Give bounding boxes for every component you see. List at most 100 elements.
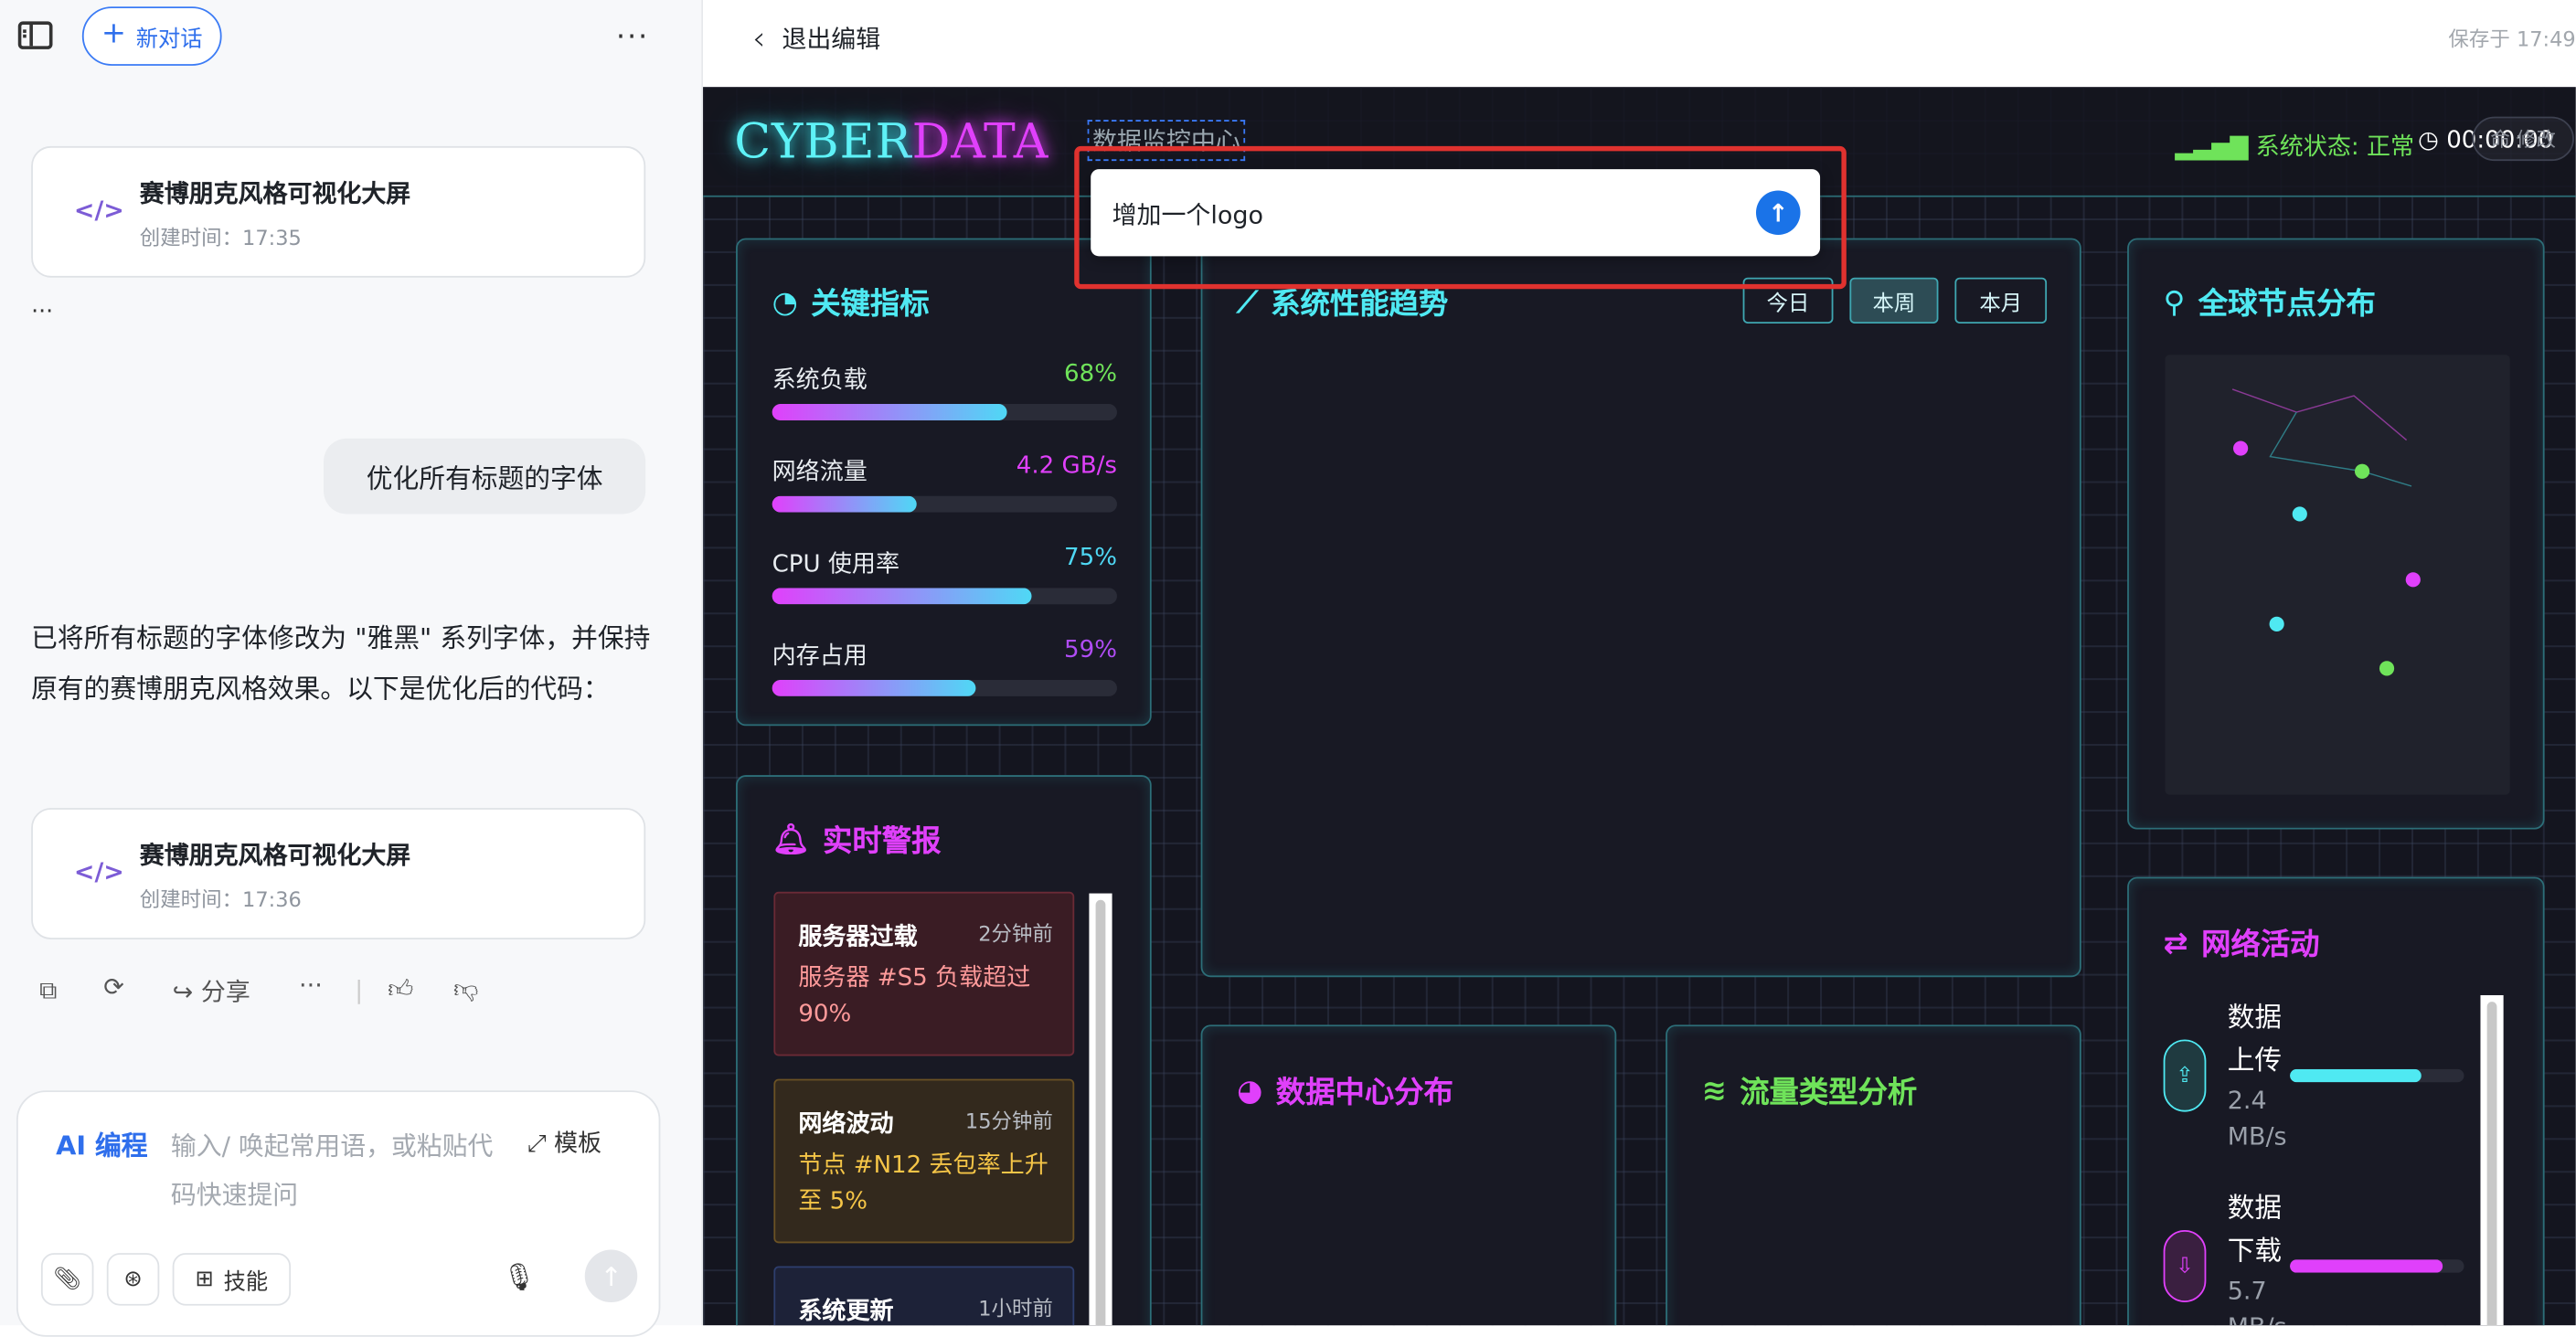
- alert-message: 节点 #N12 丢包率上升至 5%: [798, 1152, 1048, 1215]
- composer: AI 编程 输入/ 唤起常用语，或粘贴代码快速提问 ⤢ 模板 📎︎ ⊛ ⊞ 技能…: [16, 1090, 661, 1337]
- code-icon: </>: [73, 857, 124, 887]
- template-button[interactable]: ⤢ 模板: [527, 1125, 601, 1160]
- tab-month[interactable]: 本月: [1954, 277, 2048, 324]
- alert-time: 2分钟前: [978, 921, 1053, 947]
- download-label: 数据下载: [2227, 1192, 2283, 1267]
- more-actions-icon[interactable]: ···: [299, 971, 323, 1000]
- dashboard-logo: CYBERDATA: [734, 113, 1048, 169]
- metric-bar: [772, 588, 1117, 605]
- thumbs-up-icon[interactable]: 👍︎: [388, 974, 413, 1005]
- scroll-thumb[interactable]: [1095, 899, 1106, 1326]
- exit-edit-label: 退出编辑: [782, 24, 881, 54]
- artifact-time: 创建时间：17:35: [139, 225, 302, 250]
- upload-icon: ⇪: [2163, 1039, 2207, 1112]
- network-panel: ⇄ 网络活动 ⇪ 数据上传 2.4 MB/s ⇩ 数据下载 5.7 MB/s: [2127, 876, 2545, 1326]
- microphone-icon[interactable]: 🎙︎: [503, 1261, 537, 1292]
- exit-edit-button[interactable]: ‹ 退出编辑: [752, 18, 880, 58]
- bell-icon: 🔔︎: [772, 822, 810, 857]
- metric-value: 68%: [1064, 361, 1117, 388]
- line-chart-icon: ⟋: [1237, 284, 1258, 320]
- template-label: 模板: [553, 1131, 602, 1158]
- metric-bar-fill: [772, 404, 1007, 421]
- new-chat-button[interactable]: + 新对话: [81, 6, 222, 66]
- plus-icon: +: [101, 16, 127, 51]
- node-dot[interactable]: [2292, 506, 2307, 522]
- datacenter-panel: ◕ 数据中心分布: [1200, 1024, 1617, 1326]
- skills-label: 技能: [223, 1269, 269, 1296]
- artifact-card[interactable]: </> 赛博朋克风格可视化大屏 创建时间：17:36: [31, 808, 646, 939]
- tab-week[interactable]: 本周: [1849, 277, 1939, 324]
- alert-time: 1小时前: [978, 1295, 1053, 1321]
- node-dot[interactable]: [2354, 463, 2370, 479]
- download-icon: ⇩: [2163, 1229, 2207, 1303]
- alerts-panel: 🔔︎ 实时警报 服务器过载 2分钟前 服务器 #S5 负载超过 90% 网络波动…: [736, 775, 1152, 1326]
- scroll-thumb[interactable]: [2486, 1002, 2497, 1326]
- attach-icon[interactable]: 📎︎: [40, 1253, 94, 1306]
- metrics-title-label: 关键指标: [811, 287, 930, 323]
- metric-row: 网络流量 4.2 GB/s: [772, 452, 1117, 513]
- alert-item[interactable]: 网络波动 15分钟前 节点 #N12 丢包率上升至 5%: [773, 1078, 1075, 1244]
- send-button[interactable]: ↑: [584, 1249, 638, 1303]
- artifact-title: 赛博朋克风格可视化大屏: [139, 178, 411, 209]
- node-dot[interactable]: [2233, 440, 2249, 456]
- nodes-title-label: 全球节点分布: [2198, 287, 2376, 323]
- network-scrollbar[interactable]: [2480, 994, 2504, 1326]
- metric-value: 75%: [1064, 545, 1117, 572]
- assistant-message: 已将所有标题的字体修改为 "雅黑" 系列字体，并保持原有的赛博朋克风格效果。以下…: [31, 622, 651, 705]
- signal-icon: ▂▃▅▇: [2175, 134, 2256, 162]
- trend-panel: ⟋ 系统性能趋势 今日 本周 本月: [1200, 238, 2081, 978]
- ai-mode-label[interactable]: AI 编程: [56, 1123, 147, 1162]
- tool-badge[interactable]: 命 修改: [2472, 116, 2574, 162]
- regenerate-icon[interactable]: ⟳: [103, 972, 124, 1002]
- share-label: 分享: [200, 977, 250, 1007]
- alert-message: 服务器 #S5 负载超过 90%: [798, 965, 1031, 1028]
- node-dot[interactable]: [2269, 616, 2284, 631]
- copy-icon[interactable]: ⧉: [39, 975, 57, 1004]
- upload-value: 2.4 MB/s: [2227, 1085, 2287, 1151]
- editor-topbar: ‹ 退出编辑 保存于 17:49: [703, 0, 2576, 88]
- metric-row: 内存占用 59%: [772, 637, 1117, 696]
- clock-icon: ◷: [2418, 128, 2447, 154]
- upload-bar: [2290, 1068, 2464, 1083]
- alerts-title: 🔔︎ 实时警报: [772, 818, 942, 861]
- saved-status: 保存于 17:49: [2448, 26, 2576, 51]
- prompt-send-button[interactable]: ↑: [1755, 190, 1801, 235]
- github-icon[interactable]: ⊛: [106, 1253, 160, 1306]
- nodes-panel: ⚲ 全球节点分布: [2127, 238, 2545, 830]
- metric-value: 4.2 GB/s: [1016, 452, 1117, 480]
- skills-button[interactable]: ⊞ 技能: [172, 1253, 292, 1306]
- traffic-title: ≋ 流量类型分析: [1702, 1069, 1918, 1112]
- share-icon: ↪: [172, 977, 194, 1007]
- node-map: [2165, 355, 2510, 795]
- gauge-icon: ◔: [772, 284, 798, 320]
- new-chat-label: 新对话: [135, 26, 203, 53]
- sidebar-toggle-icon[interactable]: [17, 21, 53, 49]
- alert-title: 系统更新: [798, 1299, 894, 1326]
- metric-row: CPU 使用率 75%: [772, 545, 1117, 605]
- divider: |: [355, 975, 364, 1005]
- logo-data: DATA: [911, 112, 1049, 170]
- artifact-title: 赛博朋克风格可视化大屏: [139, 841, 411, 871]
- database-icon: ≋: [1701, 1073, 1727, 1109]
- node-dot[interactable]: [2405, 572, 2421, 588]
- download-bar: [2290, 1259, 2464, 1273]
- thumbs-down-icon[interactable]: 👎︎: [453, 974, 478, 1005]
- alert-item[interactable]: 系统更新 1小时前: [773, 1266, 1075, 1326]
- chat-topbar: + 新对话 ···: [0, 0, 703, 72]
- share-button[interactable]: ↪ 分享: [173, 974, 250, 1009]
- artifact-card[interactable]: </> 赛博朋克风格可视化大屏 创建时间：17:35: [31, 145, 646, 278]
- node-dot[interactable]: [2379, 661, 2395, 676]
- network-title: ⇄ 网络活动: [2164, 921, 2320, 964]
- collapsed-ellipsis: ...: [31, 292, 54, 319]
- alert-title: 服务器过载: [798, 924, 918, 951]
- alert-item[interactable]: 服务器过载 2分钟前 服务器 #S5 负载超过 90%: [773, 891, 1075, 1056]
- more-options-icon[interactable]: ···: [616, 20, 649, 55]
- metric-row: 系统负载 68%: [772, 361, 1117, 421]
- composer-input[interactable]: 输入/ 唤起常用语，或粘贴代码快速提问: [171, 1121, 516, 1220]
- alerts-scrollbar[interactable]: [1089, 893, 1112, 1326]
- edit-prompt-input[interactable]: 增加一个logo: [1112, 197, 1263, 232]
- alert-time: 15分钟前: [964, 1108, 1053, 1133]
- metric-bar-fill: [772, 588, 1031, 605]
- metric-bar: [772, 495, 1117, 513]
- datacenter-title: ◕ 数据中心分布: [1237, 1069, 1453, 1112]
